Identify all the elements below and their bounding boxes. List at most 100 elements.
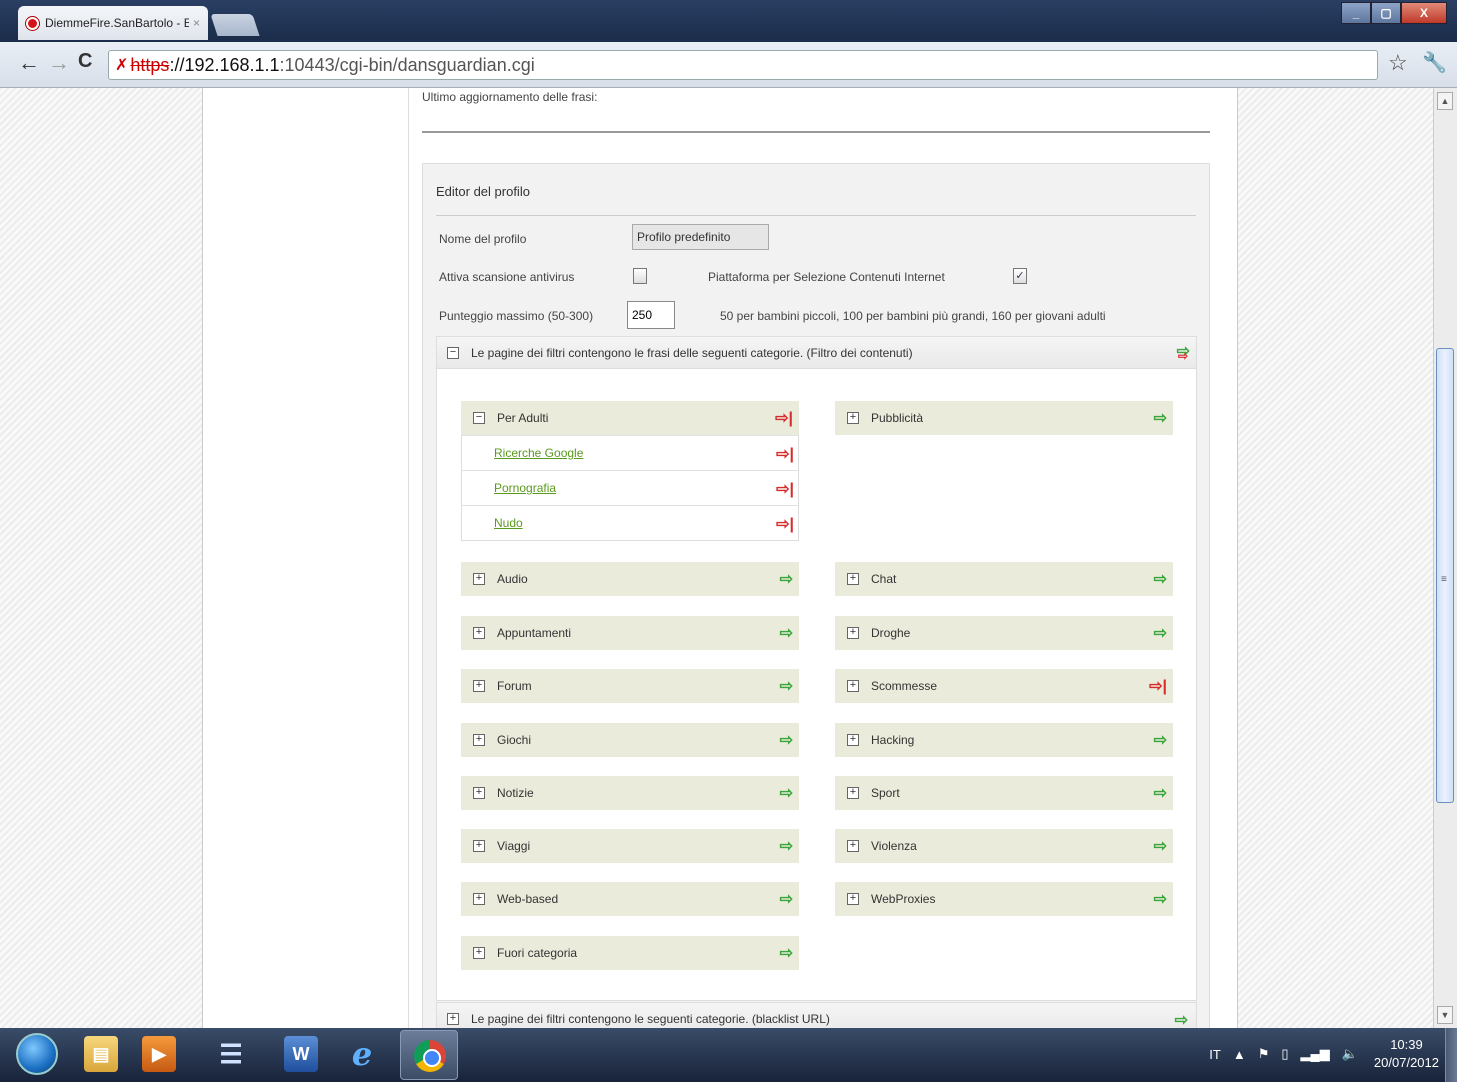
expand-icon[interactable]: + bbox=[473, 893, 485, 905]
allowed-arrow-icon[interactable]: ⇨ bbox=[1154, 783, 1167, 803]
new-tab-button[interactable] bbox=[210, 14, 260, 36]
back-arrow-icon[interactable]: ← bbox=[18, 50, 40, 76]
allowed-arrow-icon[interactable]: ⇨ bbox=[1175, 1010, 1188, 1028]
allowed-arrow-icon[interactable]: ⇨ bbox=[780, 783, 793, 803]
media-player-icon[interactable]: ▶ bbox=[142, 1036, 176, 1072]
allowed-arrow-icon[interactable]: ⇨ bbox=[1154, 623, 1167, 643]
browser-toolbar: ← → C ✗ https ://192.168.1.1 :10443/cgi-… bbox=[0, 42, 1457, 88]
allowed-arrow-icon[interactable]: ⇨ bbox=[1154, 408, 1167, 428]
url-panel-header[interactable]: + Le pagine dei filtri contengono le seg… bbox=[437, 1003, 1196, 1028]
expand-icon[interactable]: + bbox=[847, 893, 859, 905]
antivirus-label: Attiva scansione antivirus bbox=[439, 270, 575, 284]
allowed-arrow-icon[interactable]: ⇨ bbox=[1154, 569, 1167, 589]
category-notizie[interactable]: + Notizie ⇨ bbox=[461, 776, 799, 810]
category-audio[interactable]: + Audio ⇨ bbox=[461, 562, 799, 596]
expand-icon[interactable]: + bbox=[847, 680, 859, 692]
scroll-up-arrow-icon[interactable]: ▲ bbox=[1437, 92, 1453, 110]
bookmark-star-icon[interactable]: ☆ bbox=[1388, 50, 1408, 76]
category-scommesse[interactable]: + Scommesse ⇨| bbox=[835, 669, 1173, 703]
wrench-menu-icon[interactable]: 🔧 bbox=[1422, 50, 1447, 75]
blocked-arrow-icon[interactable]: ⇨| bbox=[775, 408, 793, 428]
expand-icon[interactable]: + bbox=[847, 734, 859, 746]
category-per-adulti[interactable]: − Per Adulti ⇨| bbox=[461, 401, 799, 435]
max-score-input[interactable]: 250 bbox=[627, 301, 675, 329]
action-center-flag-icon[interactable]: ⚑ bbox=[1258, 1046, 1270, 1062]
expand-icon[interactable]: + bbox=[473, 947, 485, 959]
blocked-arrow-icon[interactable]: ⇨| bbox=[776, 514, 794, 534]
forward-arrow-icon[interactable]: → bbox=[48, 50, 70, 76]
language-indicator[interactable]: IT bbox=[1209, 1047, 1221, 1062]
allowed-arrow-icon[interactable]: ⇨ bbox=[780, 889, 793, 909]
internet-explorer-icon[interactable]: e bbox=[345, 1035, 379, 1073]
category-viaggi[interactable]: + Viaggi ⇨ bbox=[461, 829, 799, 863]
expand-icon[interactable]: + bbox=[847, 573, 859, 585]
start-button[interactable] bbox=[16, 1033, 58, 1075]
app-icon[interactable]: ☰ bbox=[214, 1036, 248, 1072]
antivirus-checkbox[interactable] bbox=[633, 268, 647, 284]
expand-icon[interactable]: + bbox=[847, 627, 859, 639]
subcategory-link-pornografia[interactable]: Pornografia bbox=[494, 481, 556, 495]
allowed-arrow-icon[interactable]: ⇨ bbox=[780, 943, 793, 963]
show-desktop-button[interactable] bbox=[1445, 1028, 1457, 1082]
category-violenza[interactable]: + Violenza ⇨ bbox=[835, 829, 1173, 863]
expand-icon[interactable]: + bbox=[473, 627, 485, 639]
reload-icon[interactable]: C bbox=[78, 50, 92, 73]
expand-icon[interactable]: + bbox=[473, 680, 485, 692]
maximize-button[interactable]: ▢ bbox=[1371, 2, 1401, 24]
minimize-button[interactable]: _ bbox=[1341, 2, 1371, 24]
subcategory-link-nudo[interactable]: Nudo bbox=[494, 516, 523, 530]
category-sport[interactable]: + Sport ⇨ bbox=[835, 776, 1173, 810]
category-droghe[interactable]: + Droghe ⇨ bbox=[835, 616, 1173, 650]
address-bar[interactable]: ✗ https ://192.168.1.1 :10443/cgi-bin/da… bbox=[108, 50, 1378, 80]
pics-checkbox[interactable]: ✓ bbox=[1013, 268, 1027, 284]
expand-icon[interactable]: + bbox=[847, 840, 859, 852]
expand-icon[interactable]: + bbox=[847, 412, 859, 424]
category-forum[interactable]: + Forum ⇨ bbox=[461, 669, 799, 703]
word-icon[interactable]: W bbox=[284, 1036, 318, 1072]
allowed-arrow-icon[interactable]: ⇨ bbox=[780, 623, 793, 643]
allowed-arrow-icon[interactable]: ⇨ bbox=[780, 569, 793, 589]
profile-name-field[interactable]: Profilo predefinito bbox=[632, 224, 769, 250]
tab-close-icon[interactable]: × bbox=[193, 16, 200, 30]
max-score-hint: 50 per bambini piccoli, 100 per bambini … bbox=[720, 309, 1106, 323]
blocked-arrow-icon[interactable]: ⇨| bbox=[776, 444, 794, 464]
close-window-button[interactable]: X bbox=[1401, 2, 1447, 24]
scrollbar-thumb[interactable]: ≡ bbox=[1436, 348, 1454, 803]
expand-icon[interactable]: + bbox=[473, 734, 485, 746]
category-pubblicita[interactable]: + Pubblicità ⇨ bbox=[835, 401, 1173, 435]
category-chat[interactable]: + Chat ⇨ bbox=[835, 562, 1173, 596]
category-web-based[interactable]: + Web-based ⇨ bbox=[461, 882, 799, 916]
category-fuori-categoria[interactable]: + Fuori categoria ⇨ bbox=[461, 936, 799, 970]
subcategory-link-ricerche-google[interactable]: Ricerche Google bbox=[494, 446, 583, 460]
allowed-arrow-icon[interactable]: ⇨ bbox=[1154, 730, 1167, 750]
volume-icon[interactable]: 🔈 bbox=[1342, 1046, 1358, 1062]
browser-tab[interactable]: DiemmeFire.SanBartolo - E × bbox=[18, 6, 208, 40]
vertical-scrollbar[interactable]: ▲ ≡ ▼ bbox=[1433, 88, 1457, 1028]
category-appuntamenti[interactable]: + Appuntamenti ⇨ bbox=[461, 616, 799, 650]
allowed-arrow-icon[interactable]: ⇨ bbox=[780, 676, 793, 696]
collapse-icon[interactable]: − bbox=[447, 346, 459, 359]
show-hidden-icons-icon[interactable]: ▲ bbox=[1233, 1047, 1246, 1062]
expand-icon[interactable]: + bbox=[447, 1012, 459, 1025]
allowed-arrow-icon[interactable]: ⇨ bbox=[780, 836, 793, 856]
allowed-arrow-icon[interactable]: ⇨ bbox=[1154, 889, 1167, 909]
power-icon[interactable]: ▯ bbox=[1281, 1046, 1288, 1062]
blocked-arrow-icon[interactable]: ⇨| bbox=[776, 479, 794, 499]
collapse-icon[interactable]: − bbox=[473, 412, 485, 424]
allowed-arrow-icon[interactable]: ⇨ bbox=[1154, 836, 1167, 856]
expand-icon[interactable]: + bbox=[847, 787, 859, 799]
clock[interactable]: 10:39 20/07/2012 bbox=[1374, 1036, 1439, 1072]
category-webproxies[interactable]: + WebProxies ⇨ bbox=[835, 882, 1173, 916]
allowed-arrow-icon[interactable]: ⇨ bbox=[780, 730, 793, 750]
category-giochi[interactable]: + Giochi ⇨ bbox=[461, 723, 799, 757]
network-signal-icon[interactable]: ▂▄▆ bbox=[1301, 1046, 1330, 1062]
expand-icon[interactable]: + bbox=[473, 787, 485, 799]
chrome-taskbar-button[interactable] bbox=[400, 1030, 458, 1080]
explorer-icon[interactable]: ▤ bbox=[84, 1036, 118, 1072]
expand-icon[interactable]: + bbox=[473, 840, 485, 852]
category-hacking[interactable]: + Hacking ⇨ bbox=[835, 723, 1173, 757]
expand-icon[interactable]: + bbox=[473, 573, 485, 585]
scroll-down-arrow-icon[interactable]: ▼ bbox=[1437, 1006, 1453, 1024]
phrase-panel-header[interactable]: − Le pagine dei filtri contengono le fra… bbox=[437, 337, 1196, 369]
blocked-arrow-icon[interactable]: ⇨| bbox=[1149, 676, 1167, 696]
